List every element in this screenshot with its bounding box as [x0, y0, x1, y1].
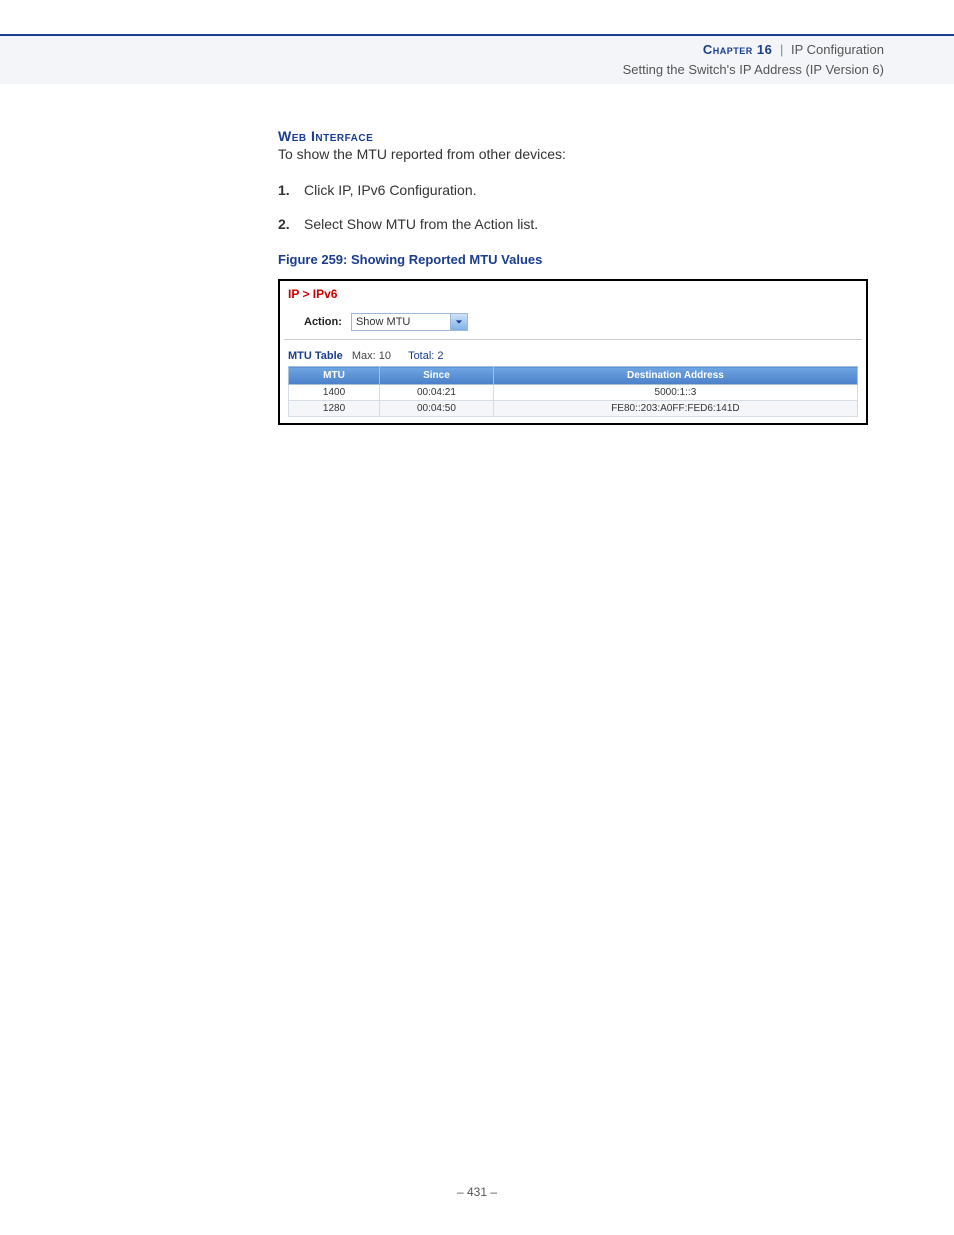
step-item: Select Show MTU from the Action list.: [278, 216, 886, 232]
table-row: 1400 00:04:21 5000:1::3: [289, 385, 858, 401]
intro-text: To show the MTU reported from other devi…: [278, 146, 886, 162]
cell-dest: FE80::203:A0FF:FED6:141D: [493, 401, 857, 417]
header-subtitle: Setting the Switch's IP Address (IP Vers…: [623, 60, 884, 80]
cell-since: 00:04:21: [380, 385, 494, 401]
section-heading: Web Interface: [278, 128, 886, 144]
header-title: IP Configuration: [791, 42, 884, 57]
table-header-row: MTU Since Destination Address: [289, 367, 858, 385]
figure-caption: Figure 259: Showing Reported MTU Values: [278, 252, 886, 267]
cell-mtu: 1400: [289, 385, 380, 401]
content-column: Web Interface To show the MTU reported f…: [278, 128, 886, 425]
mtu-table: MTU Since Destination Address 1400 00:04…: [288, 366, 858, 417]
cell-mtu: 1280: [289, 401, 380, 417]
cell-dest: 5000:1::3: [493, 385, 857, 401]
col-since: Since: [380, 367, 494, 385]
breadcrumb[interactable]: IP > IPv6: [280, 281, 866, 309]
action-select-value: Show MTU: [352, 316, 450, 328]
action-select[interactable]: Show MTU: [351, 313, 468, 331]
table-row: 1280 00:04:50 FE80::203:A0FF:FED6:141D: [289, 401, 858, 417]
page: { "header": { "chapter": "Chapter 16", "…: [0, 0, 954, 1235]
action-label: Action:: [304, 316, 342, 328]
action-row: Action: Show MTU: [284, 309, 862, 340]
table-total: Total: 2: [408, 350, 443, 362]
chevron-down-icon[interactable]: [450, 314, 467, 330]
col-mtu: MTU: [289, 367, 380, 385]
table-label: MTU Table: [288, 350, 343, 362]
chapter-label: Chapter 16: [703, 42, 772, 57]
table-max: Max: 10: [352, 350, 391, 362]
step-item: Click IP, IPv6 Configuration.: [278, 182, 886, 198]
col-dest: Destination Address: [493, 367, 857, 385]
page-number: – 431 –: [0, 1185, 954, 1199]
cell-since: 00:04:50: [380, 401, 494, 417]
table-info: MTU Table Max: 10 Total: 2: [280, 340, 866, 366]
ui-screenshot: IP > IPv6 Action: Show MTU MTU Table Max…: [278, 279, 868, 425]
steps-list: Click IP, IPv6 Configuration. Select Sho…: [278, 182, 886, 232]
header-separator: |: [780, 42, 783, 57]
header-text: Chapter 16 | IP Configuration Setting th…: [623, 40, 884, 79]
header-band: Chapter 16 | IP Configuration Setting th…: [0, 34, 954, 84]
